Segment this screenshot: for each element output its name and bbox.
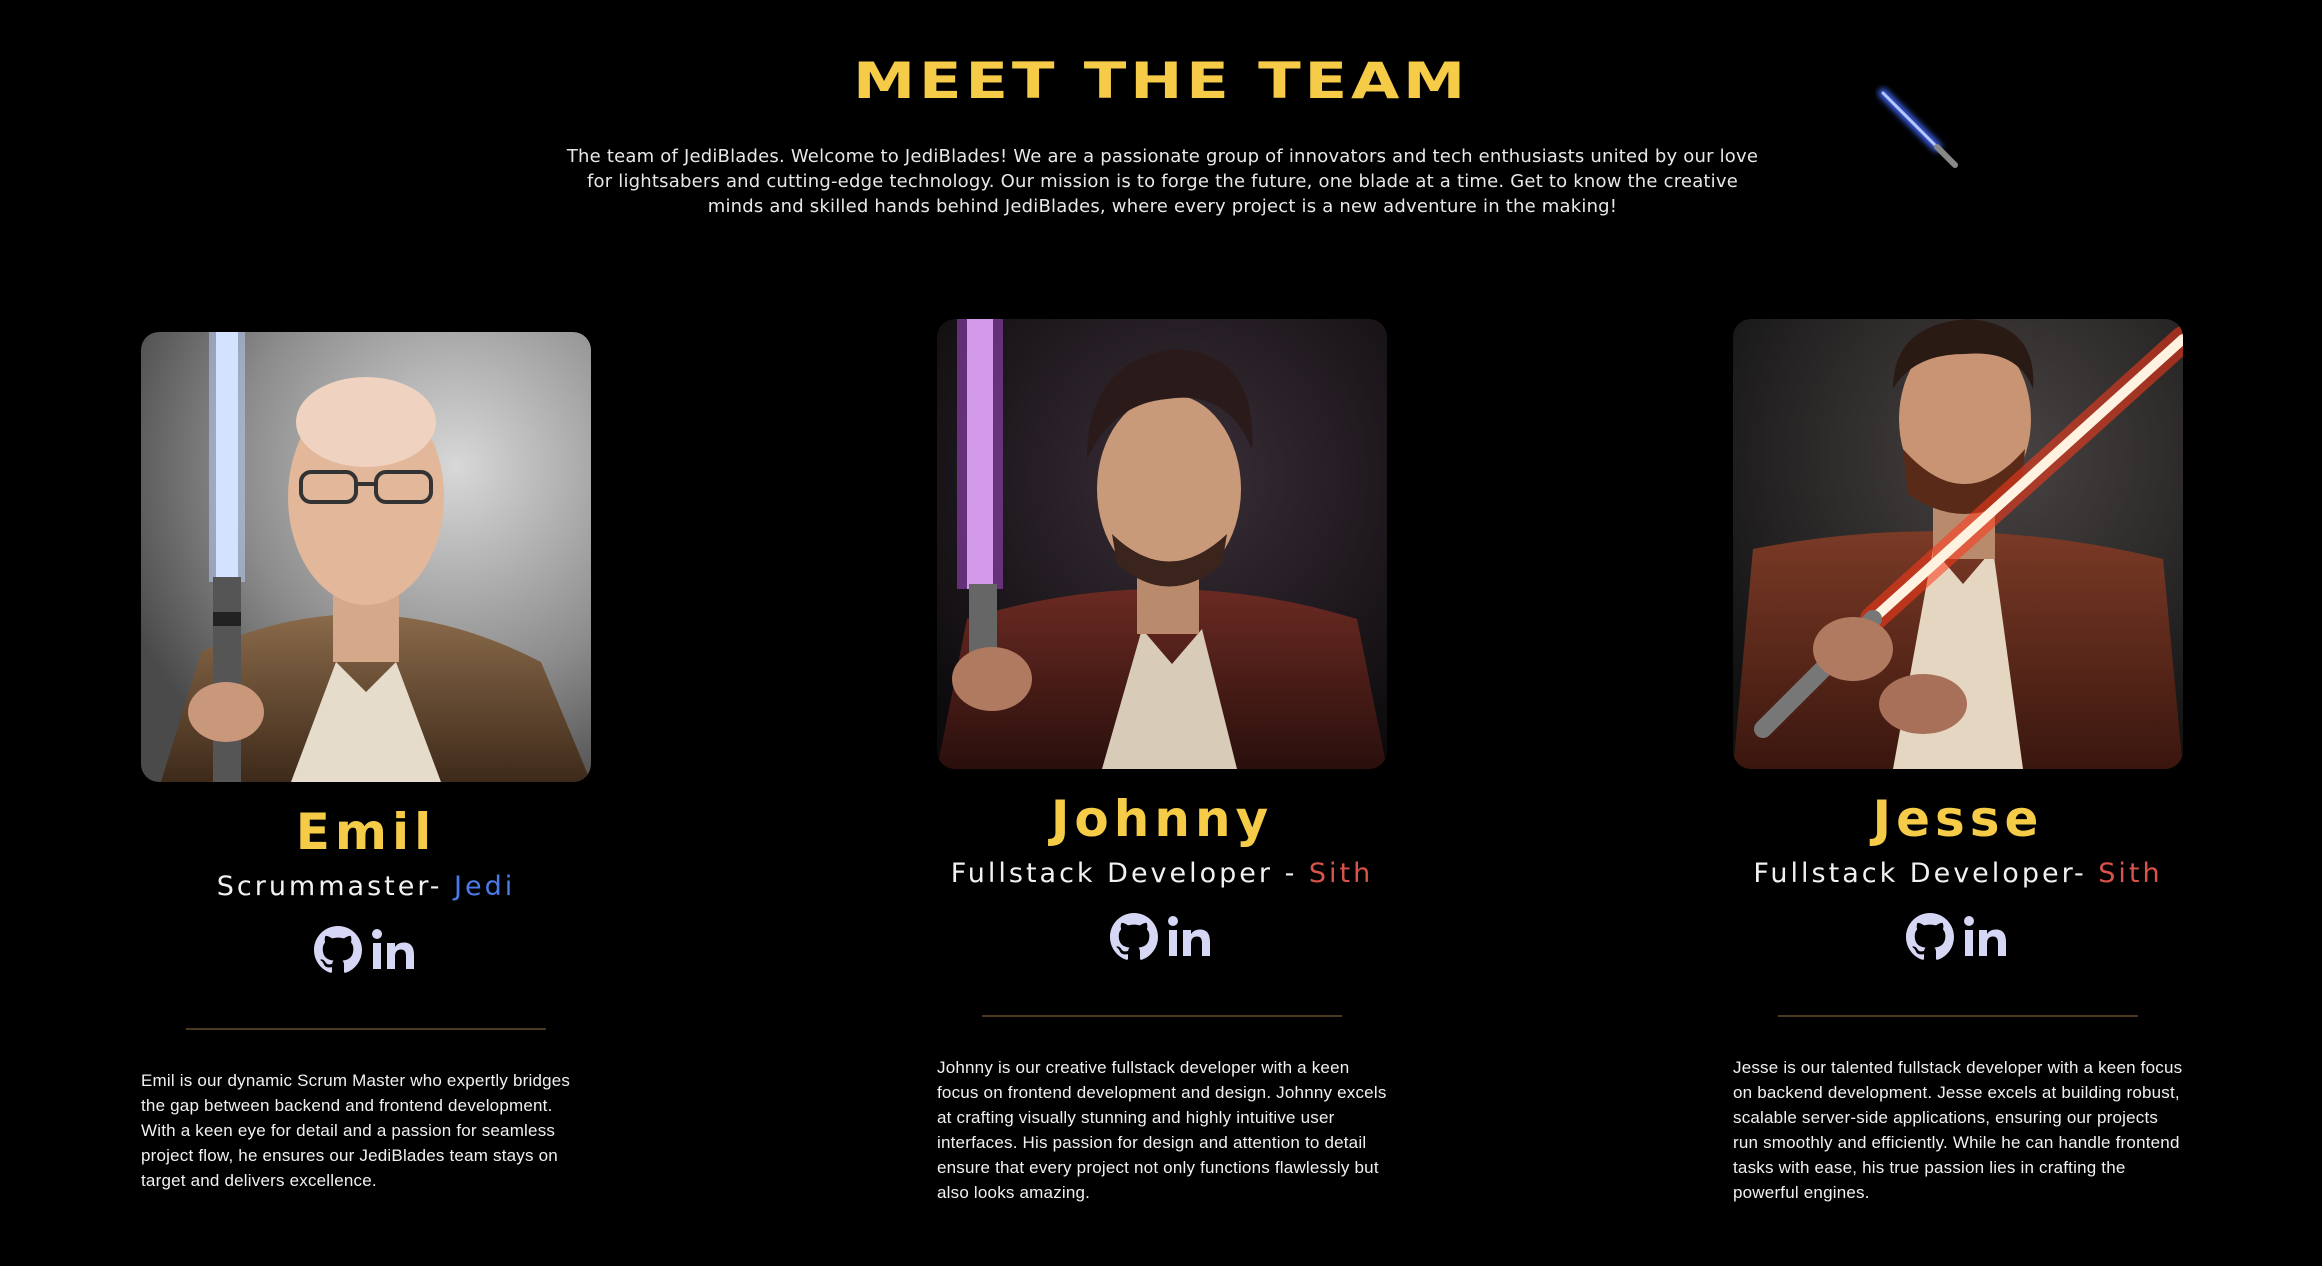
team-card-jesse: Jesse Fullstack Developer- Sith Jesse is… bbox=[1733, 319, 2183, 1205]
member-role: Fullstack Developer - Sith bbox=[937, 857, 1387, 891]
github-icon bbox=[1110, 913, 1158, 960]
social-links bbox=[141, 922, 591, 978]
role-title: Fullstack Developer - bbox=[950, 858, 1309, 889]
github-link[interactable] bbox=[314, 926, 362, 974]
member-role: Scrummaster- Jedi bbox=[141, 870, 591, 904]
github-icon bbox=[1906, 913, 1954, 960]
member-role: Fullstack Developer- Sith bbox=[1733, 857, 2183, 891]
page-title: MEET THE TEAM bbox=[852, 52, 1470, 110]
team-card-emil: Emil Scrummaster- Jedi Emil is our dynam… bbox=[141, 332, 591, 1193]
social-links bbox=[1733, 909, 2183, 965]
member-name: Emil bbox=[295, 803, 437, 861]
github-link[interactable] bbox=[1110, 913, 1158, 961]
social-links bbox=[937, 909, 1387, 965]
member-name: Jesse bbox=[1872, 790, 2044, 848]
divider bbox=[982, 1015, 1342, 1017]
side-label: Sith bbox=[1308, 858, 1374, 889]
side-label: Jedi bbox=[454, 871, 516, 902]
linkedin-link[interactable] bbox=[370, 926, 418, 974]
member-bio: Jesse is our talented fullstack develope… bbox=[1733, 1058, 2183, 1202]
linkedin-link[interactable] bbox=[1962, 913, 2010, 961]
linkedin-link[interactable] bbox=[1166, 913, 1214, 961]
role-title: Scrummaster- bbox=[216, 871, 455, 902]
member-bio: Emil is our dynamic Scrum Master who exp… bbox=[141, 1071, 571, 1190]
team-card-johnny: Johnny Fullstack Developer - Sith Johnny… bbox=[937, 319, 1387, 1205]
member-bio: Johnny is our creative fullstack develop… bbox=[937, 1058, 1387, 1202]
linkedin-icon bbox=[372, 929, 414, 969]
role-title: Fullstack Developer- bbox=[1753, 858, 2099, 889]
linkedin-icon bbox=[1168, 916, 1210, 956]
linkedin-icon bbox=[1964, 916, 2006, 956]
lightsaber-icon bbox=[1878, 88, 1958, 168]
portrait-image-johnny bbox=[937, 319, 1387, 769]
github-link[interactable] bbox=[1906, 913, 1954, 961]
divider bbox=[186, 1028, 546, 1030]
github-icon bbox=[314, 926, 362, 973]
divider bbox=[1778, 1015, 2138, 1017]
member-name: Johnny bbox=[1050, 790, 1274, 848]
portrait-image-emil bbox=[141, 332, 591, 782]
team-intro: The team of JediBlades. Welcome to JediB… bbox=[566, 146, 1759, 217]
side-label: Sith bbox=[2098, 858, 2163, 889]
portrait-image-jesse bbox=[1733, 319, 2183, 769]
